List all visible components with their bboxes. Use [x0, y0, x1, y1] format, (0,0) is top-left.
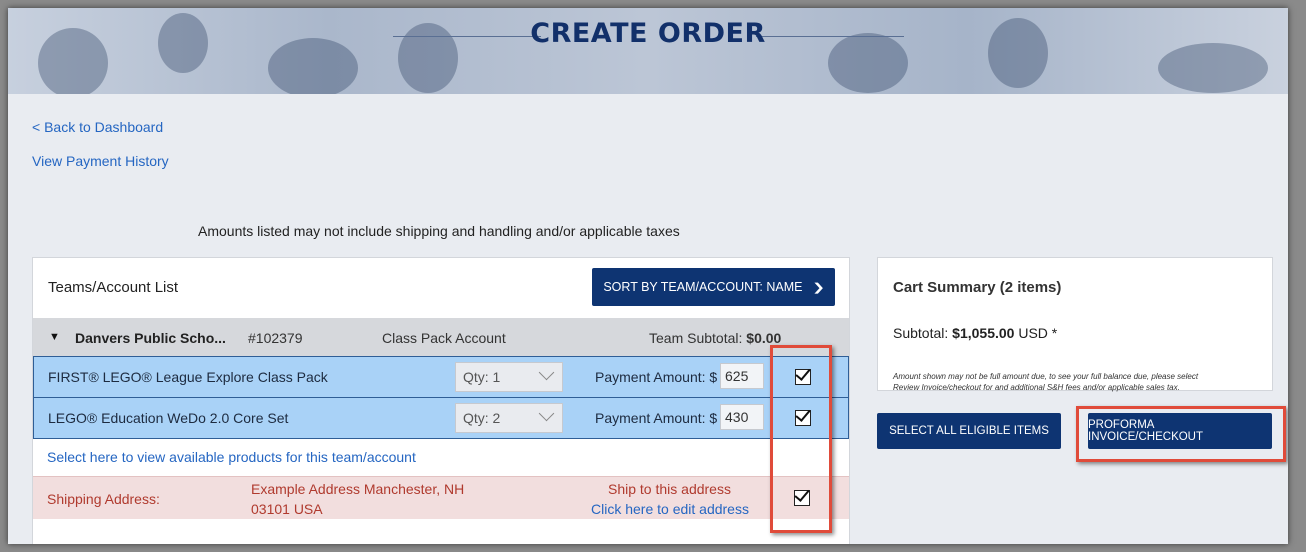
shipping-notice: Amounts listed may not include shipping … [198, 223, 680, 239]
shipping-label: Shipping Address: [47, 491, 160, 507]
ship-to-address-label: Ship to this address [608, 481, 731, 497]
proforma-invoice-checkout-button[interactable]: PROFORMA INVOICE/CHECKOUT [1088, 413, 1272, 449]
payment-history-link[interactable]: View Payment History [32, 153, 169, 169]
chevron-down-icon [538, 405, 555, 422]
select-all-eligible-button[interactable]: SELECT ALL ELIGIBLE ITEMS [877, 413, 1061, 449]
header-banner: CREATE ORDER [8, 8, 1288, 94]
cart-item-row: LEGO® Education WeDo 2.0 Core Set Qty: 2… [33, 397, 849, 439]
quantity-select[interactable]: Qty: 1 [455, 362, 563, 392]
quantity-select[interactable]: Qty: 2 [455, 403, 563, 433]
item-name: LEGO® Education WeDo 2.0 Core Set [48, 410, 289, 426]
cart-summary-panel: Cart Summary (2 items) Subtotal: $1,055.… [877, 257, 1273, 393]
team-number: #102379 [248, 330, 303, 346]
team-type: Class Pack Account [382, 330, 506, 346]
caret-down-icon[interactable]: ▼ [49, 331, 60, 343]
cart-summary-title: Cart Summary (2 items) [893, 279, 1062, 296]
team-subtotal-value: $0.00 [746, 330, 782, 346]
available-products-link[interactable]: Select here to view available products f… [47, 449, 416, 465]
page-frame: CREATE ORDER < Back to Dashboard View Pa… [8, 8, 1288, 544]
team-name: Danvers Public Scho... [75, 330, 226, 346]
shipping-address-row: Shipping Address: Example Address Manche… [33, 476, 849, 519]
teams-panel: Teams/Account List SORT BY TEAM/ACCOUNT:… [32, 257, 850, 544]
payment-amount-label: Payment Amount: $ [595, 369, 718, 385]
shipping-address-line2: 03101 USA [251, 501, 323, 517]
quantity-value: Qty: 1 [463, 369, 501, 385]
highlight-box-checkboxes [770, 345, 832, 533]
sort-dropdown-button[interactable]: SORT BY TEAM/ACCOUNT: NAME ❯ [592, 268, 835, 306]
chevron-down-icon [538, 364, 555, 381]
payment-amount-input[interactable] [720, 404, 764, 430]
chevron-down-icon: ❯ [812, 281, 826, 294]
cart-note: Amount shown may not be full amount due,… [893, 371, 1198, 393]
cart-note-line2: Review Invoice/checkout for and addition… [893, 383, 1180, 392]
banner-photo-shape [1158, 43, 1268, 93]
page-title: CREATE ORDER [530, 18, 766, 49]
team-subtotal: Team Subtotal: $0.00 [649, 330, 781, 346]
quantity-value: Qty: 2 [463, 410, 501, 426]
payment-amount-label: Payment Amount: $ [595, 410, 718, 426]
sort-label: SORT BY TEAM/ACCOUNT: NAME [603, 280, 803, 294]
cart-item-row: FIRST® LEGO® League Explore Class Pack Q… [33, 356, 849, 398]
cart-subtotal: Subtotal: $1,055.00 USD * [893, 325, 1057, 341]
cart-subtotal-value: $1,055.00 [952, 325, 1015, 341]
teams-panel-title: Teams/Account List [48, 279, 179, 296]
cart-note-line1: Amount shown may not be full amount due,… [893, 372, 1199, 381]
team-row[interactable]: ▼ Danvers Public Scho... #102379 Class P… [33, 318, 849, 356]
shipping-address-line1: Example Address Manchester, NH [251, 481, 465, 497]
payment-amount-input[interactable] [720, 363, 764, 389]
back-to-dashboard-link[interactable]: < Back to Dashboard [32, 119, 163, 135]
edit-address-link[interactable]: Click here to edit address [591, 501, 749, 517]
cart-subtotal-label: Subtotal: [893, 325, 953, 341]
item-name: FIRST® LEGO® League Explore Class Pack [48, 369, 328, 385]
team-subtotal-label: Team Subtotal: [649, 330, 747, 346]
cart-subtotal-suffix: USD * [1014, 325, 1058, 341]
